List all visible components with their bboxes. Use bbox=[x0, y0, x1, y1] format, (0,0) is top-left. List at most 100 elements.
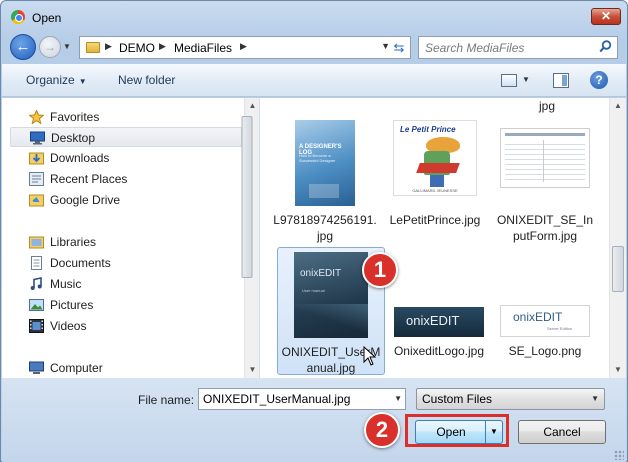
back-button[interactable]: ← bbox=[10, 34, 36, 60]
file-item[interactable]: onixEDIT OnixeditLogo.jpg bbox=[385, 247, 493, 377]
sidebar-item-label: Pictures bbox=[50, 298, 94, 312]
file-thumbnail: A DESIGNER'S LOG How to Become a Success… bbox=[295, 120, 355, 206]
sidebar-item-desktop[interactable]: Desktop bbox=[10, 127, 242, 147]
address-row: ← → ▼ ▶ DEMO ▶ MediaFiles ▶ ▼ ⇆ bbox=[1, 33, 627, 61]
scroll-down-icon[interactable]: ▼ bbox=[245, 362, 259, 378]
sidebar-item-label: Videos bbox=[50, 319, 87, 333]
file-item[interactable]: onixEDIT Server Edition SE_Logo.png bbox=[491, 247, 599, 377]
thumb-brand: onixEDIT bbox=[300, 268, 342, 279]
search-input[interactable] bbox=[425, 40, 595, 55]
libraries-label: Libraries bbox=[50, 235, 97, 249]
help-icon[interactable]: ? bbox=[590, 71, 608, 89]
refresh-icon[interactable]: ⇆ bbox=[390, 38, 408, 57]
navigation-pane: Favorites Desktop Downloads Recent Place… bbox=[2, 98, 260, 378]
thumb-decoration bbox=[309, 184, 339, 198]
organize-button[interactable]: Organize ▼ bbox=[26, 73, 87, 87]
file-list-scrollbar[interactable]: ▲ ▼ bbox=[609, 98, 626, 378]
thumb-decoration bbox=[430, 175, 444, 187]
scrollbar-thumb[interactable] bbox=[612, 246, 624, 292]
breadcrumb-arrow-icon[interactable]: ▶ bbox=[240, 41, 247, 52]
close-button[interactable]: ✕ bbox=[591, 8, 621, 25]
scroll-up-icon[interactable]: ▲ bbox=[610, 98, 626, 114]
breadcrumb-arrow-icon[interactable]: ▶ bbox=[105, 41, 112, 52]
sidebar-item-label: Music bbox=[50, 277, 82, 291]
file-name: ONIXEDIT_SE_In putForm.jpg bbox=[491, 212, 599, 244]
thumb-title: Le Petit Prince bbox=[400, 125, 456, 134]
file-item[interactable]: Le Petit Prince GALLIMARD JEUNESSE LePet… bbox=[381, 116, 489, 246]
cancel-button[interactable]: Cancel bbox=[518, 420, 606, 444]
file-type-select[interactable]: Custom Files ▼ bbox=[416, 388, 605, 410]
history-dropdown-icon[interactable]: ▼ bbox=[63, 42, 71, 51]
thumb-decoration bbox=[416, 163, 460, 173]
thumb-subtitle: User manual bbox=[302, 288, 325, 293]
preview-pane-icon[interactable] bbox=[553, 73, 569, 88]
resize-grip[interactable] bbox=[614, 450, 624, 460]
file-name-line1: LePetitPrince.jpg bbox=[389, 213, 481, 227]
file-name-line1: ONIXEDIT_SE_In bbox=[496, 213, 594, 227]
sidebar-item-label: Google Drive bbox=[50, 193, 121, 207]
breadcrumb-arrow-icon[interactable]: ▶ bbox=[159, 41, 166, 52]
sidebar-item-recent-places[interactable]: Recent Places bbox=[10, 169, 242, 189]
scrollbar-thumb[interactable] bbox=[241, 116, 253, 278]
libraries-icon bbox=[29, 236, 44, 249]
file-name-line2: putForm.jpg bbox=[512, 229, 578, 243]
sidebar-item-documents[interactable]: Documents bbox=[10, 253, 242, 273]
file-name-value[interactable]: ONIXEDIT_UserManual.jpg bbox=[203, 392, 350, 406]
thumb-decoration bbox=[294, 304, 368, 338]
sidebar-item-pictures[interactable]: Pictures bbox=[10, 295, 242, 315]
file-name-line1: L97818974256191. bbox=[273, 213, 377, 227]
sidebar-item-google-drive[interactable]: Google Drive bbox=[10, 190, 242, 210]
file-name-input[interactable]: ONIXEDIT_UserManual.jpg ▼ bbox=[198, 388, 406, 410]
step-1-callout: 1 bbox=[362, 252, 398, 288]
sidebar-item-downloads[interactable]: Downloads bbox=[10, 148, 242, 168]
file-name-partial[interactable]: jpg bbox=[493, 98, 601, 114]
navigation-scrollbar[interactable]: ▲ ▼ bbox=[241, 98, 259, 378]
step-2-callout: 2 bbox=[364, 412, 400, 448]
sidebar-item-music[interactable]: Music bbox=[10, 274, 242, 294]
file-item[interactable]: ONIXEDIT_SE_In putForm.jpg bbox=[491, 116, 599, 246]
file-name: OnixeditLogo.jpg bbox=[385, 343, 493, 359]
computer-header[interactable]: Computer bbox=[10, 358, 242, 378]
view-options-dropdown-icon[interactable]: ▼ bbox=[522, 75, 530, 84]
desktop-icon bbox=[30, 131, 45, 145]
documents-icon bbox=[31, 256, 42, 270]
command-toolbar: Organize ▼ New folder ▼ ? bbox=[2, 64, 626, 97]
scroll-down-icon[interactable]: ▼ bbox=[610, 362, 626, 378]
main-area: Favorites Desktop Downloads Recent Place… bbox=[2, 98, 626, 378]
change-view-icon[interactable] bbox=[501, 74, 517, 87]
file-thumbnail: onixEDIT bbox=[394, 307, 484, 337]
recent-places-icon bbox=[29, 172, 44, 186]
thumb-subtitle: Server Edition bbox=[547, 326, 573, 331]
search-box[interactable] bbox=[418, 36, 618, 59]
organize-label: Organize bbox=[26, 73, 75, 87]
file-name-line2: jpg bbox=[316, 229, 333, 243]
new-folder-button[interactable]: New folder bbox=[118, 73, 175, 87]
downloads-folder-icon bbox=[29, 152, 44, 165]
file-name-line1: OnixeditLogo.jpg bbox=[393, 344, 485, 358]
libraries-header[interactable]: Libraries bbox=[10, 232, 242, 252]
search-icon[interactable] bbox=[599, 40, 612, 53]
file-name: LePetitPrince.jpg bbox=[381, 212, 489, 228]
pictures-icon bbox=[29, 299, 44, 311]
file-thumbnail: onixEDIT Server Edition bbox=[500, 305, 590, 337]
address-dropdown-icon[interactable]: ▼ bbox=[381, 41, 390, 51]
star-icon bbox=[29, 110, 44, 124]
music-icon bbox=[30, 277, 42, 290]
address-bar[interactable]: ▶ DEMO ▶ MediaFiles ▶ ▼ ⇆ bbox=[79, 36, 411, 59]
scroll-up-icon[interactable]: ▲ bbox=[245, 98, 259, 114]
sidebar-item-videos[interactable]: Videos bbox=[10, 316, 242, 336]
computer-icon bbox=[29, 361, 44, 374]
open-button-highlight bbox=[405, 414, 509, 447]
thumb-brand: onixEDIT bbox=[406, 313, 460, 328]
favorites-header[interactable]: Favorites bbox=[10, 107, 242, 127]
file-item[interactable]: A DESIGNER'S LOG How to Become a Success… bbox=[271, 116, 379, 246]
breadcrumb-mediafiles[interactable]: MediaFiles bbox=[174, 41, 232, 55]
chevron-down-icon[interactable]: ▼ bbox=[394, 394, 402, 403]
window-title: Open bbox=[32, 11, 62, 25]
breadcrumb-demo[interactable]: DEMO bbox=[119, 41, 155, 55]
chevron-down-icon: ▼ bbox=[78, 77, 87, 86]
thumb-brand: onixEDIT bbox=[513, 310, 563, 324]
thumb-subtitle: GALLIMARD JEUNESSE bbox=[412, 188, 458, 193]
forward-button[interactable]: → bbox=[39, 36, 61, 58]
chrome-icon bbox=[11, 10, 25, 24]
